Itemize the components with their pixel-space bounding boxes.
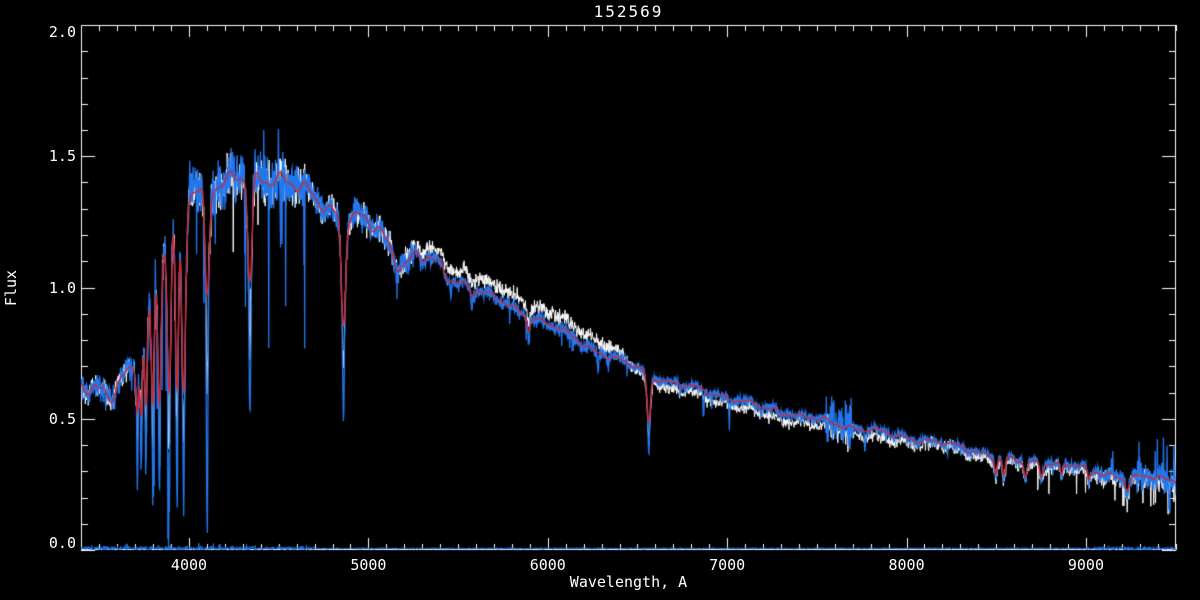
y-tick-label: 1.5 xyxy=(0,147,76,165)
x-tick-label: 9000 xyxy=(1046,556,1126,574)
y-tick-label: 0.5 xyxy=(0,410,76,428)
x-tick-label: 4000 xyxy=(149,556,229,574)
x-tick-label: 5000 xyxy=(328,556,408,574)
x-tick-label: 7000 xyxy=(687,556,767,574)
x-axis-label: Wavelength, A xyxy=(81,573,1176,591)
y-tick-label: 1.0 xyxy=(0,279,76,297)
y-tick-label: 0.0 xyxy=(0,534,76,552)
x-tick-label: 6000 xyxy=(508,556,588,574)
spectrum-plot-window: 152569 Wavelength, A Flux 40005000600070… xyxy=(0,0,1200,600)
spectrum-plot-canvas xyxy=(0,0,1200,600)
x-tick-label: 8000 xyxy=(867,556,947,574)
plot-title: 152569 xyxy=(81,2,1176,21)
y-tick-label: 2.0 xyxy=(0,23,76,41)
